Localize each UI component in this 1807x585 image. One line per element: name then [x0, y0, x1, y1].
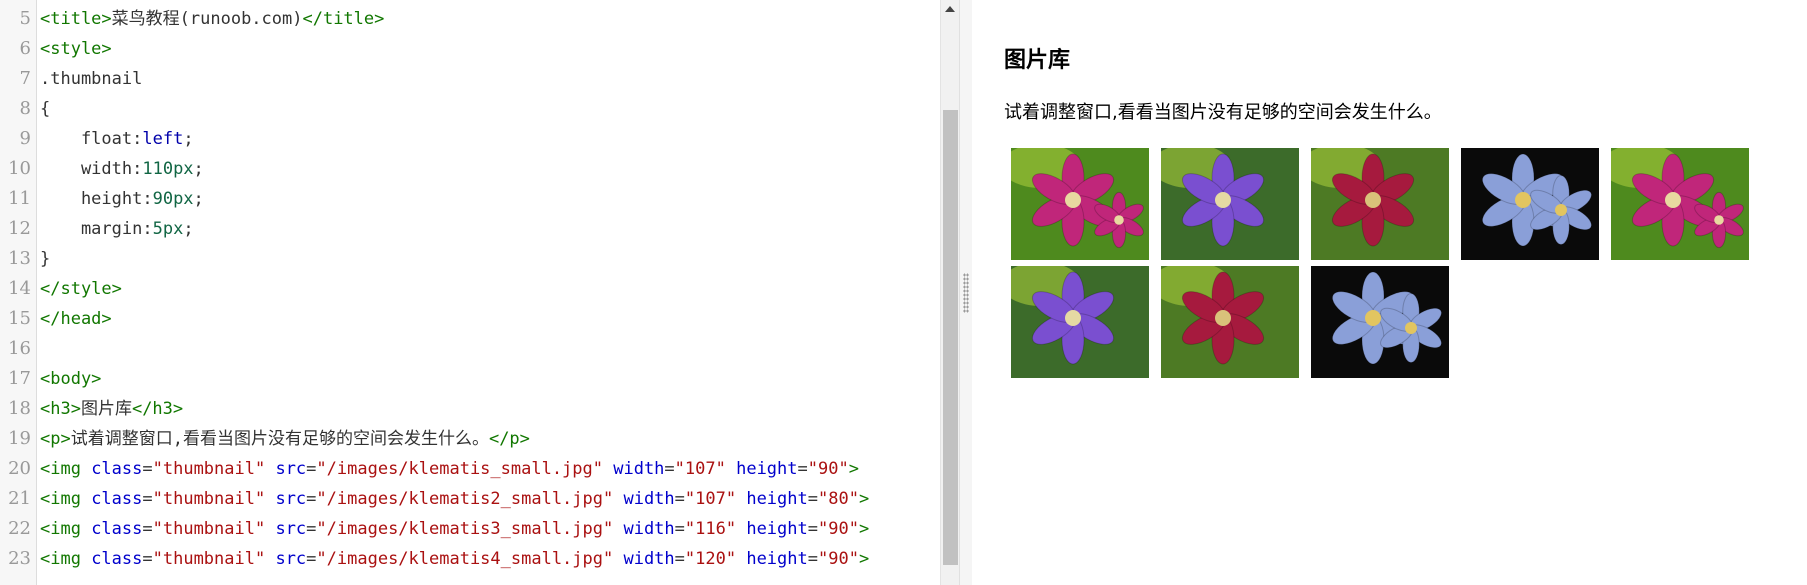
flower-klematis-blue-icon: [1461, 148, 1599, 260]
code-text[interactable]: <h3>图片库</h3>: [40, 394, 183, 424]
code-line[interactable]: 7 .thumbnail: [0, 64, 950, 94]
flower-klematis-pink-icon: [1611, 148, 1749, 260]
code-line[interactable]: 8{: [0, 94, 950, 124]
code-text[interactable]: <style>: [40, 34, 112, 64]
thumbnail-image: [1311, 148, 1449, 260]
flower-klematis-blue-icon: [1311, 266, 1449, 378]
scroll-up-arrow-icon[interactable]: [945, 6, 955, 12]
code-line[interactable]: 5 <title>菜鸟教程(runoob.com)</title>: [0, 4, 950, 34]
line-number: 11: [8, 188, 31, 209]
code-text[interactable]: margin:5px;: [40, 214, 194, 244]
code-area[interactable]: 5 <title>菜鸟教程(runoob.com)</title> 6 <style>…: [0, 4, 950, 574]
line-number: 9: [19, 128, 31, 149]
flower-klematis-red-icon: [1161, 266, 1299, 378]
code-text[interactable]: <img class="thumbnail" src="/images/klem…: [40, 544, 869, 574]
line-number: 8: [19, 98, 31, 119]
image-gallery: [1005, 145, 1765, 381]
code-text[interactable]: .thumbnail: [40, 64, 142, 94]
code-line[interactable]: 16: [0, 334, 950, 364]
line-number: 10: [8, 158, 31, 179]
code-line[interactable]: 23 <img class="thumbnail" src="/images/kl…: [0, 544, 950, 574]
code-text[interactable]: <p>试着调整窗口,看看当图片没有足够的空间会发生什么。</p>: [40, 424, 530, 454]
result-preview: 图片库 试着调整窗口,看看当图片没有足够的空间会发生什么。: [972, 0, 1807, 585]
line-number: 12: [8, 218, 31, 239]
code-text[interactable]: </style>: [40, 274, 122, 304]
flower-klematis-red-icon: [1311, 148, 1449, 260]
code-text[interactable]: width:110px;: [40, 154, 204, 184]
thumbnail-image: [1161, 266, 1299, 378]
code-line[interactable]: 11 height:90px;: [0, 184, 950, 214]
code-text[interactable]: {: [40, 94, 50, 124]
grip-dots-icon[interactable]: [963, 273, 969, 313]
line-number: 18: [8, 398, 31, 419]
thumbnail-image: [1461, 148, 1599, 260]
code-text[interactable]: <img class="thumbnail" src="/images/klem…: [40, 484, 869, 514]
line-number: 16: [8, 338, 31, 359]
tryit-editor-app: 5 <title>菜鸟教程(runoob.com)</title> 6 <style>…: [0, 0, 1807, 585]
pane-splitter[interactable]: [959, 0, 973, 585]
code-text[interactable]: float:left;: [40, 124, 194, 154]
code-text[interactable]: }: [40, 244, 50, 274]
code-line[interactable]: 18 <h3>图片库</h3>: [0, 394, 950, 424]
code-line[interactable]: 10 width:110px;: [0, 154, 950, 184]
line-number: 14: [8, 278, 31, 299]
code-line[interactable]: 14 </style>: [0, 274, 950, 304]
page-title: 图片库: [1004, 48, 1071, 73]
thumbnail-image: [1161, 148, 1299, 260]
code-line[interactable]: 19 <p>试着调整窗口,看看当图片没有足够的空间会发生什么。</p>: [0, 424, 950, 454]
line-number: 19: [8, 428, 31, 449]
code-text[interactable]: <img class="thumbnail" src="/images/klem…: [40, 454, 859, 484]
code-line[interactable]: 17 <body>: [0, 364, 950, 394]
instruction-text: 试着调整窗口,看看当图片没有足够的空间会发生什么。: [1004, 102, 1442, 123]
code-line[interactable]: 9 float:left;: [0, 124, 950, 154]
scrollbar-thumb[interactable]: [943, 110, 958, 565]
line-number: 15: [8, 308, 31, 329]
code-text[interactable]: height:90px;: [40, 184, 204, 214]
line-number: 7: [19, 68, 31, 89]
thumbnail-image: [1611, 148, 1749, 260]
line-number: 22: [8, 518, 31, 539]
line-number: 17: [8, 368, 31, 389]
thumbnail-image: [1311, 266, 1449, 378]
flower-klematis-purple-icon: [1161, 148, 1299, 260]
line-number: 21: [8, 488, 31, 509]
line-number: 5: [19, 8, 31, 29]
code-text[interactable]: </head>: [40, 304, 112, 334]
code-editor[interactable]: 5 <title>菜鸟教程(runoob.com)</title> 6 <style>…: [0, 0, 967, 585]
code-line[interactable]: 20 <img class="thumbnail" src="/images/kl…: [0, 454, 950, 484]
flower-klematis-pink-icon: [1011, 148, 1149, 260]
code-line[interactable]: 21 <img class="thumbnail" src="/images/kl…: [0, 484, 950, 514]
thumbnail-image: [1011, 266, 1149, 378]
flower-klematis-purple-icon: [1011, 266, 1149, 378]
code-text[interactable]: <img class="thumbnail" src="/images/klem…: [40, 514, 869, 544]
line-number: 13: [8, 248, 31, 269]
line-number: 6: [19, 38, 31, 59]
code-line[interactable]: 13}: [0, 244, 950, 274]
thumbnail-image: [1011, 148, 1149, 260]
code-line[interactable]: 6 <style>: [0, 34, 950, 64]
line-number: 20: [8, 458, 31, 479]
code-text[interactable]: <body>: [40, 364, 101, 394]
line-number: 23: [8, 548, 31, 569]
code-line[interactable]: 22 <img class="thumbnail" src="/images/kl…: [0, 514, 950, 544]
editor-scrollbar[interactable]: [940, 0, 960, 585]
code-text[interactable]: <title>菜鸟教程(runoob.com)</title>: [40, 4, 384, 34]
code-line[interactable]: 15 </head>: [0, 304, 950, 334]
code-line[interactable]: 12 margin:5px;: [0, 214, 950, 244]
